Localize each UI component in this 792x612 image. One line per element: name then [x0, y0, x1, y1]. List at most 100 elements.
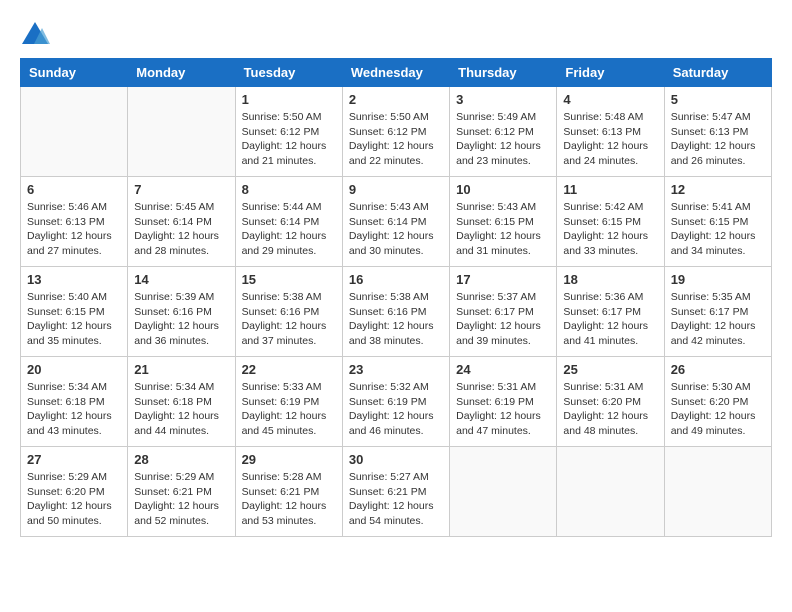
calendar-cell: 26 Sunrise: 5:30 AM Sunset: 6:20 PM Dayli… [664, 357, 771, 447]
calendar-cell: 19Sunrise: 5:35 AM Sunset: 6:17 PM Dayli… [664, 267, 771, 357]
day-info: Sunrise: 5:49 AM Sunset: 6:12 PM Dayligh… [456, 110, 550, 169]
day-info: Sunrise: 5:44 AM Sunset: 6:14 PM Dayligh… [242, 200, 336, 259]
day-info: Sunrise: 5:29 AM Sunset: 6:20 PM Dayligh… [27, 470, 121, 529]
day-number: 3 [456, 92, 550, 107]
calendar-cell: 8 Sunrise: 5:44 AM Sunset: 6:14 PM Daylig… [235, 177, 342, 267]
day-info: Sunrise: 5:31 AM Sunset: 6:19 PM Dayligh… [456, 380, 550, 439]
day-number: 5 [671, 92, 765, 107]
day-number: 16 [349, 272, 443, 287]
calendar-cell: 7 Sunrise: 5:45 AM Sunset: 6:14 PM Daylig… [128, 177, 235, 267]
day-info: Sunrise: 5:34 AM Sunset: 6:18 PM Dayligh… [27, 380, 121, 439]
day-number: 15 [242, 272, 336, 287]
day-info: Sunrise: 5:34 AM Sunset: 6:18 PM Dayligh… [134, 380, 228, 439]
calendar-cell: 27 Sunrise: 5:29 AM Sunset: 6:20 PM Dayli… [21, 447, 128, 537]
calendar-cell [128, 87, 235, 177]
day-number: 23 [349, 362, 443, 377]
calendar-cell [450, 447, 557, 537]
calendar-cell: 2 Sunrise: 5:50 AM Sunset: 6:12 PM Daylig… [342, 87, 449, 177]
calendar-cell: 23 Sunrise: 5:32 AM Sunset: 6:19 PM Dayli… [342, 357, 449, 447]
day-number: 27 [27, 452, 121, 467]
day-info: Sunrise: 5:43 AM Sunset: 6:15 PM Dayligh… [456, 200, 550, 259]
day-number: 11 [563, 182, 657, 197]
day-number: 21 [134, 362, 228, 377]
header-day-tuesday: Tuesday [235, 59, 342, 87]
calendar-cell: 14 Sunrise: 5:39 AM Sunset: 6:16 PM Dayli… [128, 267, 235, 357]
day-info: Sunrise: 5:38 AM Sunset: 6:16 PM Dayligh… [242, 290, 336, 349]
header-day-saturday: Saturday [664, 59, 771, 87]
day-number: 9 [349, 182, 443, 197]
header-day-wednesday: Wednesday [342, 59, 449, 87]
day-number: 24 [456, 362, 550, 377]
day-number: 14 [134, 272, 228, 287]
calendar-cell: 3 Sunrise: 5:49 AM Sunset: 6:12 PM Daylig… [450, 87, 557, 177]
page-header [20, 20, 772, 48]
calendar-cell: 5 Sunrise: 5:47 AM Sunset: 6:13 PM Daylig… [664, 87, 771, 177]
day-info: Sunrise: 5:50 AM Sunset: 6:12 PM Dayligh… [242, 110, 336, 169]
calendar-cell: 16 Sunrise: 5:38 AM Sunset: 6:16 PM Dayli… [342, 267, 449, 357]
day-info: Sunrise: 5:36 AM Sunset: 6:17 PM Dayligh… [563, 290, 657, 349]
calendar-cell: 13 Sunrise: 5:40 AM Sunset: 6:15 PM Dayli… [21, 267, 128, 357]
day-info: Sunrise: 5:27 AM Sunset: 6:21 PM Dayligh… [349, 470, 443, 529]
day-info: Sunrise: 5:32 AM Sunset: 6:19 PM Dayligh… [349, 380, 443, 439]
calendar-cell: 24 Sunrise: 5:31 AM Sunset: 6:19 PM Dayli… [450, 357, 557, 447]
calendar-cell: 21 Sunrise: 5:34 AM Sunset: 6:18 PM Dayli… [128, 357, 235, 447]
calendar-cell: 10 Sunrise: 5:43 AM Sunset: 6:15 PM Dayli… [450, 177, 557, 267]
calendar-cell: 22Sunrise: 5:33 AM Sunset: 6:19 PM Dayli… [235, 357, 342, 447]
calendar-cell [664, 447, 771, 537]
day-info: Sunrise: 5:47 AM Sunset: 6:13 PM Dayligh… [671, 110, 765, 169]
day-info: Sunrise: 5:30 AM Sunset: 6:20 PM Dayligh… [671, 380, 765, 439]
calendar-cell: 20 Sunrise: 5:34 AM Sunset: 6:18 PM Dayli… [21, 357, 128, 447]
calendar-cell: 30 Sunrise: 5:27 AM Sunset: 6:21 PM Dayli… [342, 447, 449, 537]
day-info: Sunrise: 5:39 AM Sunset: 6:16 PM Dayligh… [134, 290, 228, 349]
calendar-cell: 29 Sunrise: 5:28 AM Sunset: 6:21 PM Dayli… [235, 447, 342, 537]
day-number: 2 [349, 92, 443, 107]
calendar-cell: 12Sunrise: 5:41 AM Sunset: 6:15 PM Dayli… [664, 177, 771, 267]
day-info: Sunrise: 5:31 AM Sunset: 6:20 PM Dayligh… [563, 380, 657, 439]
day-info: Sunrise: 5:37 AM Sunset: 6:17 PM Dayligh… [456, 290, 550, 349]
calendar-table: SundayMondayTuesdayWednesdayThursdayFrid… [20, 58, 772, 537]
day-number: 20 [27, 362, 121, 377]
calendar-cell: 17 Sunrise: 5:37 AM Sunset: 6:17 PM Dayli… [450, 267, 557, 357]
day-info: Sunrise: 5:29 AM Sunset: 6:21 PM Dayligh… [134, 470, 228, 529]
week-row-4: 20 Sunrise: 5:34 AM Sunset: 6:18 PM Dayli… [21, 357, 772, 447]
day-info: Sunrise: 5:50 AM Sunset: 6:12 PM Dayligh… [349, 110, 443, 169]
day-info: Sunrise: 5:40 AM Sunset: 6:15 PM Dayligh… [27, 290, 121, 349]
day-number: 13 [27, 272, 121, 287]
calendar-cell: 4 Sunrise: 5:48 AM Sunset: 6:13 PM Daylig… [557, 87, 664, 177]
day-info: Sunrise: 5:38 AM Sunset: 6:16 PM Dayligh… [349, 290, 443, 349]
calendar-cell [21, 87, 128, 177]
day-number: 17 [456, 272, 550, 287]
day-number: 10 [456, 182, 550, 197]
day-info: Sunrise: 5:46 AM Sunset: 6:13 PM Dayligh… [27, 200, 121, 259]
day-number: 18 [563, 272, 657, 287]
day-info: Sunrise: 5:48 AM Sunset: 6:13 PM Dayligh… [563, 110, 657, 169]
header-day-sunday: Sunday [21, 59, 128, 87]
day-number: 4 [563, 92, 657, 107]
day-number: 22 [242, 362, 336, 377]
day-number: 6 [27, 182, 121, 197]
day-number: 1 [242, 92, 336, 107]
calendar-cell [557, 447, 664, 537]
logo [20, 20, 54, 48]
header-row: SundayMondayTuesdayWednesdayThursdayFrid… [21, 59, 772, 87]
header-day-thursday: Thursday [450, 59, 557, 87]
day-number: 7 [134, 182, 228, 197]
day-number: 12 [671, 182, 765, 197]
calendar-cell: 25Sunrise: 5:31 AM Sunset: 6:20 PM Dayli… [557, 357, 664, 447]
calendar-cell: 18 Sunrise: 5:36 AM Sunset: 6:17 PM Dayli… [557, 267, 664, 357]
calendar-cell: 28 Sunrise: 5:29 AM Sunset: 6:21 PM Dayli… [128, 447, 235, 537]
day-number: 26 [671, 362, 765, 377]
calendar-cell: 6 Sunrise: 5:46 AM Sunset: 6:13 PM Daylig… [21, 177, 128, 267]
day-number: 28 [134, 452, 228, 467]
logo-icon [20, 20, 50, 48]
day-number: 8 [242, 182, 336, 197]
calendar-cell: 9Sunrise: 5:43 AM Sunset: 6:14 PM Daylig… [342, 177, 449, 267]
day-info: Sunrise: 5:45 AM Sunset: 6:14 PM Dayligh… [134, 200, 228, 259]
day-number: 19 [671, 272, 765, 287]
day-info: Sunrise: 5:28 AM Sunset: 6:21 PM Dayligh… [242, 470, 336, 529]
day-number: 29 [242, 452, 336, 467]
week-row-3: 13 Sunrise: 5:40 AM Sunset: 6:15 PM Dayli… [21, 267, 772, 357]
calendar-cell: 15 Sunrise: 5:38 AM Sunset: 6:16 PM Dayli… [235, 267, 342, 357]
week-row-1: 1 Sunrise: 5:50 AM Sunset: 6:12 PM Daylig… [21, 87, 772, 177]
day-number: 30 [349, 452, 443, 467]
